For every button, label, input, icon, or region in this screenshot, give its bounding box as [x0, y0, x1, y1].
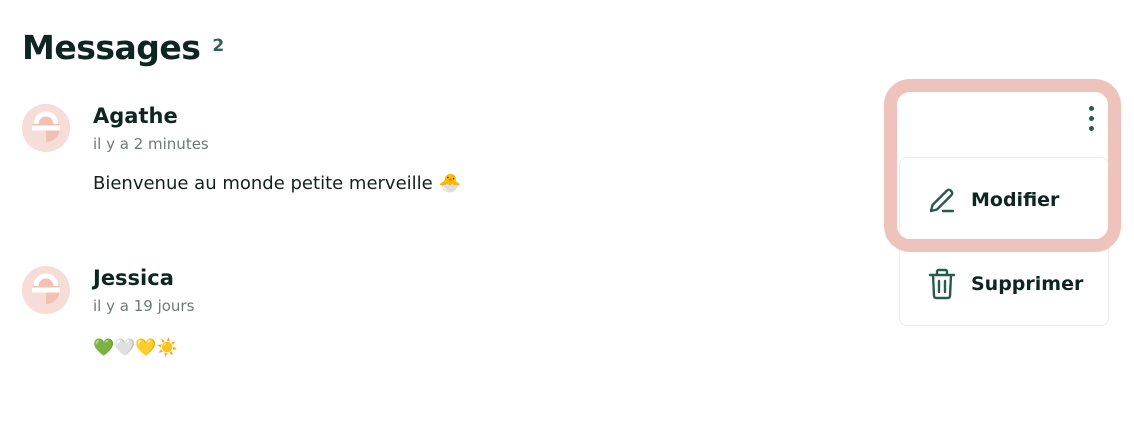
avatar[interactable] [22, 104, 70, 152]
message-author: Agathe [93, 104, 178, 128]
message-count: 2 [212, 36, 225, 56]
actions-dropdown: Modifier Supprimer [899, 157, 1109, 326]
messages-header: Messages 2 [22, 26, 224, 70]
edit-label: Modifier [971, 189, 1060, 211]
pencil-icon [925, 183, 959, 217]
message-text: 💚🤍💛☀️ [93, 338, 178, 358]
page-title: Messages [22, 28, 201, 67]
message-text: Bienvenue au monde petite merveille 🐣 [93, 173, 461, 194]
avatar-logo-icon [22, 266, 70, 314]
message-author: Jessica [93, 266, 174, 290]
delete-menu-item[interactable]: Supprimer [900, 242, 1108, 326]
delete-label: Supprimer [971, 273, 1084, 295]
kebab-icon[interactable] [1077, 100, 1105, 136]
kebab-dot [1088, 115, 1094, 121]
edit-menu-item[interactable]: Modifier [900, 158, 1108, 242]
trash-icon [925, 267, 959, 301]
avatar[interactable] [22, 266, 70, 314]
kebab-dot [1088, 105, 1094, 111]
message-timestamp: il y a 19 jours [93, 297, 195, 315]
message-body: Jessica il y a 19 jours 💚🤍💛☀️ [93, 264, 194, 360]
message-body: Agathe il y a 2 minutes Bienvenue au mon… [93, 102, 461, 196]
kebab-dot [1088, 125, 1094, 131]
messages-page: Messages 2 Agathe il y a 2 minutes Bienv… [0, 0, 1134, 422]
avatar-logo-icon [22, 104, 70, 152]
message-timestamp: il y a 2 minutes [93, 135, 209, 153]
